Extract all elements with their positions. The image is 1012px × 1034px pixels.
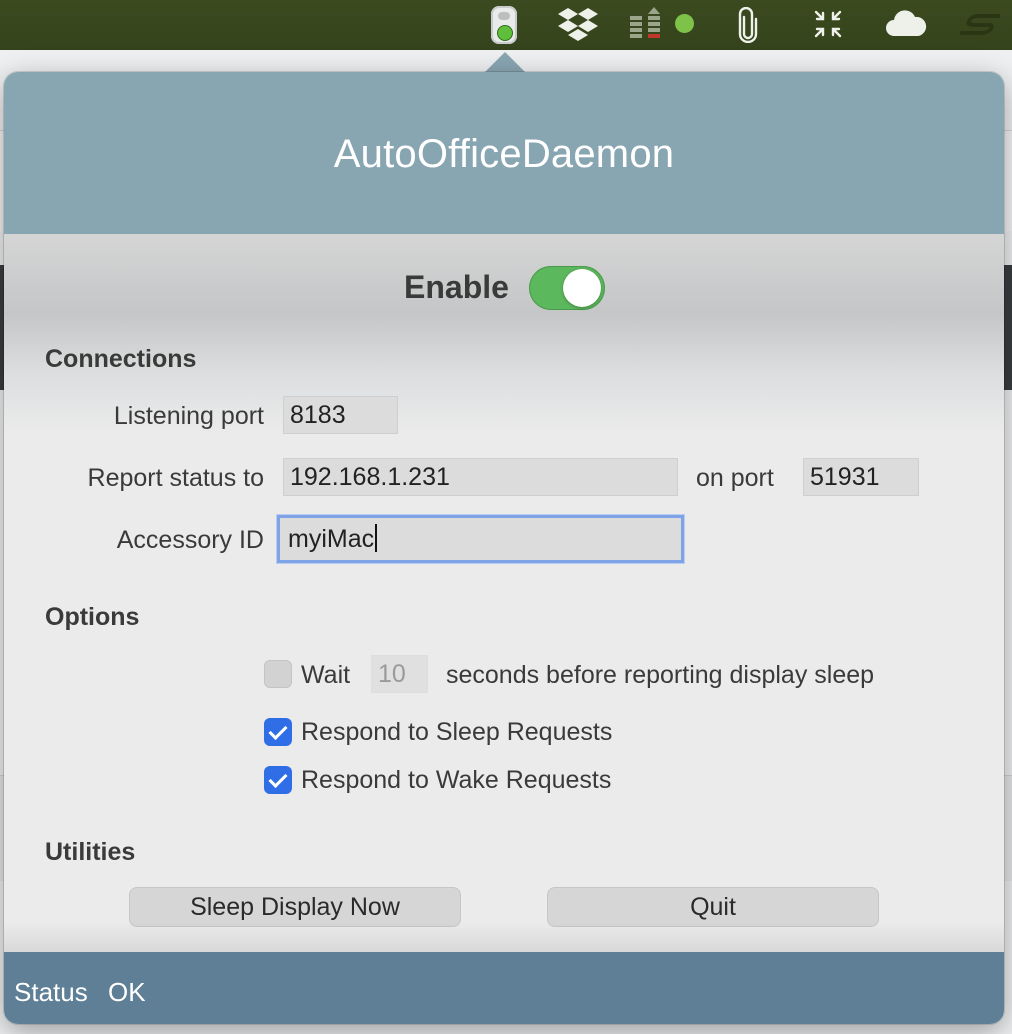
sleep-requests-checkbox[interactable] (264, 718, 292, 746)
wait-label: Wait (301, 661, 351, 689)
status-label: Status (14, 977, 88, 1007)
enable-toggle[interactable] (529, 266, 605, 310)
status-value: OK (108, 977, 146, 1007)
popover-arrow (485, 52, 525, 72)
sleep-display-button[interactable]: Sleep Display Now (129, 887, 461, 927)
quit-button[interactable]: Quit (547, 887, 879, 927)
dropbox-icon[interactable] (558, 8, 598, 42)
sleep-requests-label: Respond to Sleep Requests (301, 718, 613, 746)
s-icon[interactable] (960, 12, 1000, 36)
wait-suffix-label: seconds before reporting display sleep (446, 661, 875, 689)
menu-bar (0, 0, 1012, 50)
stack-meter-icon[interactable] (628, 6, 664, 44)
status-bar (4, 952, 1004, 1024)
connections-heading: Connections (45, 345, 197, 373)
wake-requests-label: Respond to Wake Requests (301, 766, 612, 794)
cloud-icon[interactable] (884, 10, 928, 38)
accessory-id-label: Accessory ID (116, 526, 264, 554)
text-caret (375, 524, 378, 552)
traffic-light-green-dot (497, 25, 513, 41)
accessory-id-value: myiMac (288, 525, 375, 553)
popover-window: AutoOfficeDaemon Enable Connections List… (4, 72, 1004, 1024)
traffic-light-icon[interactable] (491, 6, 517, 44)
utilities-heading: Utilities (45, 838, 136, 866)
wait-seconds-field[interactable]: 10 (371, 655, 428, 693)
listening-port-label: Listening port (113, 402, 264, 430)
accessory-id-field[interactable]: myiMac (277, 515, 684, 563)
traffic-light-top (498, 12, 510, 20)
options-heading: Options (45, 603, 140, 631)
listening-port-field[interactable]: 8183 (283, 396, 398, 434)
status-green-dot-icon (675, 14, 694, 33)
on-port-field[interactable]: 51931 (803, 458, 919, 496)
wake-requests-checkbox[interactable] (264, 766, 292, 794)
popover-header: AutoOfficeDaemon (4, 72, 1004, 234)
report-status-field[interactable]: 192.168.1.231 (283, 458, 678, 496)
paperclip-icon[interactable] (737, 7, 759, 43)
enable-label: Enable (404, 269, 509, 305)
on-port-label: on port (696, 464, 774, 492)
bottom-shadow (4, 922, 1004, 952)
wait-checkbox[interactable] (264, 660, 292, 688)
report-status-label: Report status to (87, 464, 264, 492)
toggle-knob (563, 269, 601, 307)
compress-icon[interactable] (812, 8, 844, 40)
app-title: AutoOfficeDaemon (333, 132, 675, 176)
